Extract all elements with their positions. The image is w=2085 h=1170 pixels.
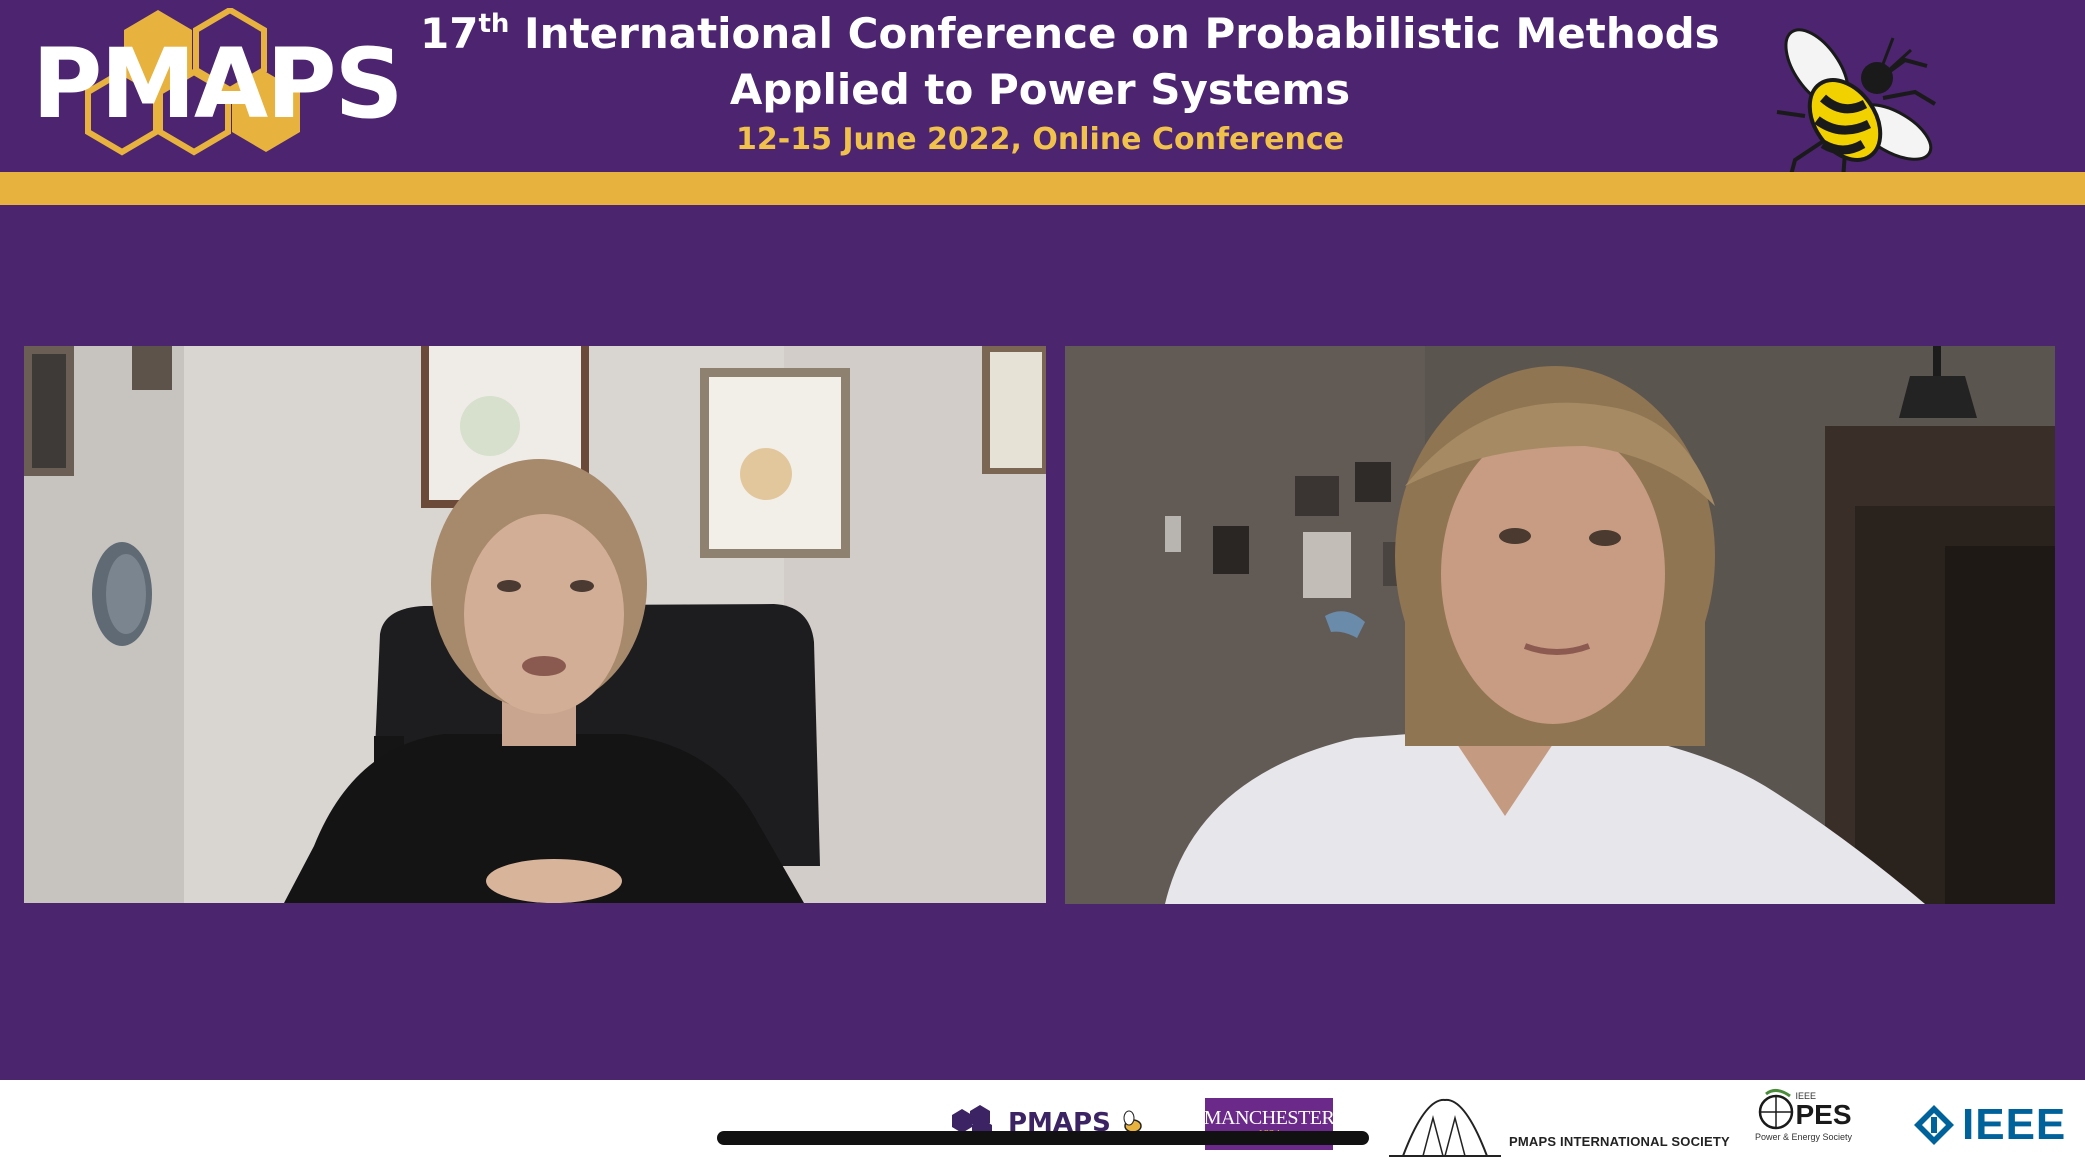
header-accent-bar bbox=[0, 172, 2085, 205]
conference-stage: PMAPS 17th International Conference on P… bbox=[0, 0, 2085, 1170]
video-tile-right[interactable] bbox=[1065, 346, 2055, 904]
sponsor-manchester-label: MANCHESTER bbox=[1203, 1107, 1335, 1129]
conference-title: 17th International Conference on Probabi… bbox=[420, 6, 1720, 162]
participant-left-video bbox=[24, 346, 1046, 903]
sponsor-ieee: IEEE bbox=[1912, 1100, 2067, 1149]
title-line-1-text: International Conference on Probabilisti… bbox=[509, 9, 1720, 58]
sponsor-footer: PMAPS MANCHESTER 1824 PMAPS INTERNATIONA… bbox=[0, 1080, 2085, 1170]
sponsor-ieee-pes: IEEE PES Power & Energy Society bbox=[1755, 1088, 1852, 1164]
edition-suffix: th bbox=[478, 9, 510, 39]
edition-number: 17 bbox=[420, 9, 479, 58]
conference-header: PMAPS 17th International Conference on P… bbox=[0, 0, 2085, 211]
logo-text: PMAPS bbox=[32, 28, 404, 140]
conference-dates: 12-15 June 2022, Online Conference bbox=[736, 122, 1344, 157]
home-indicator[interactable] bbox=[717, 1131, 1369, 1145]
title-line-1: 17th International Conference on Probabi… bbox=[420, 6, 1720, 62]
sponsor-society-label: PMAPS INTERNATIONAL SOCIETY bbox=[1509, 1133, 1730, 1149]
society-logo-icon bbox=[1389, 1098, 1501, 1157]
video-tile-left[interactable] bbox=[24, 346, 1046, 903]
sponsor-pes-label: PES bbox=[1795, 1099, 1852, 1130]
participant-right-video bbox=[1065, 346, 2055, 904]
pmaps-logo: PMAPS bbox=[30, 8, 410, 168]
sponsor-pes-tagline: Power & Energy Society bbox=[1755, 1132, 1853, 1142]
globe-icon bbox=[1758, 1089, 1793, 1130]
title-line-2: Applied to Power Systems bbox=[729, 65, 1351, 114]
ieee-diamond-icon bbox=[1914, 1105, 1954, 1145]
sponsor-ieee-label: IEEE bbox=[1962, 1100, 2067, 1149]
sponsor-pmaps-society: PMAPS INTERNATIONAL SOCIETY bbox=[1385, 1094, 1730, 1160]
